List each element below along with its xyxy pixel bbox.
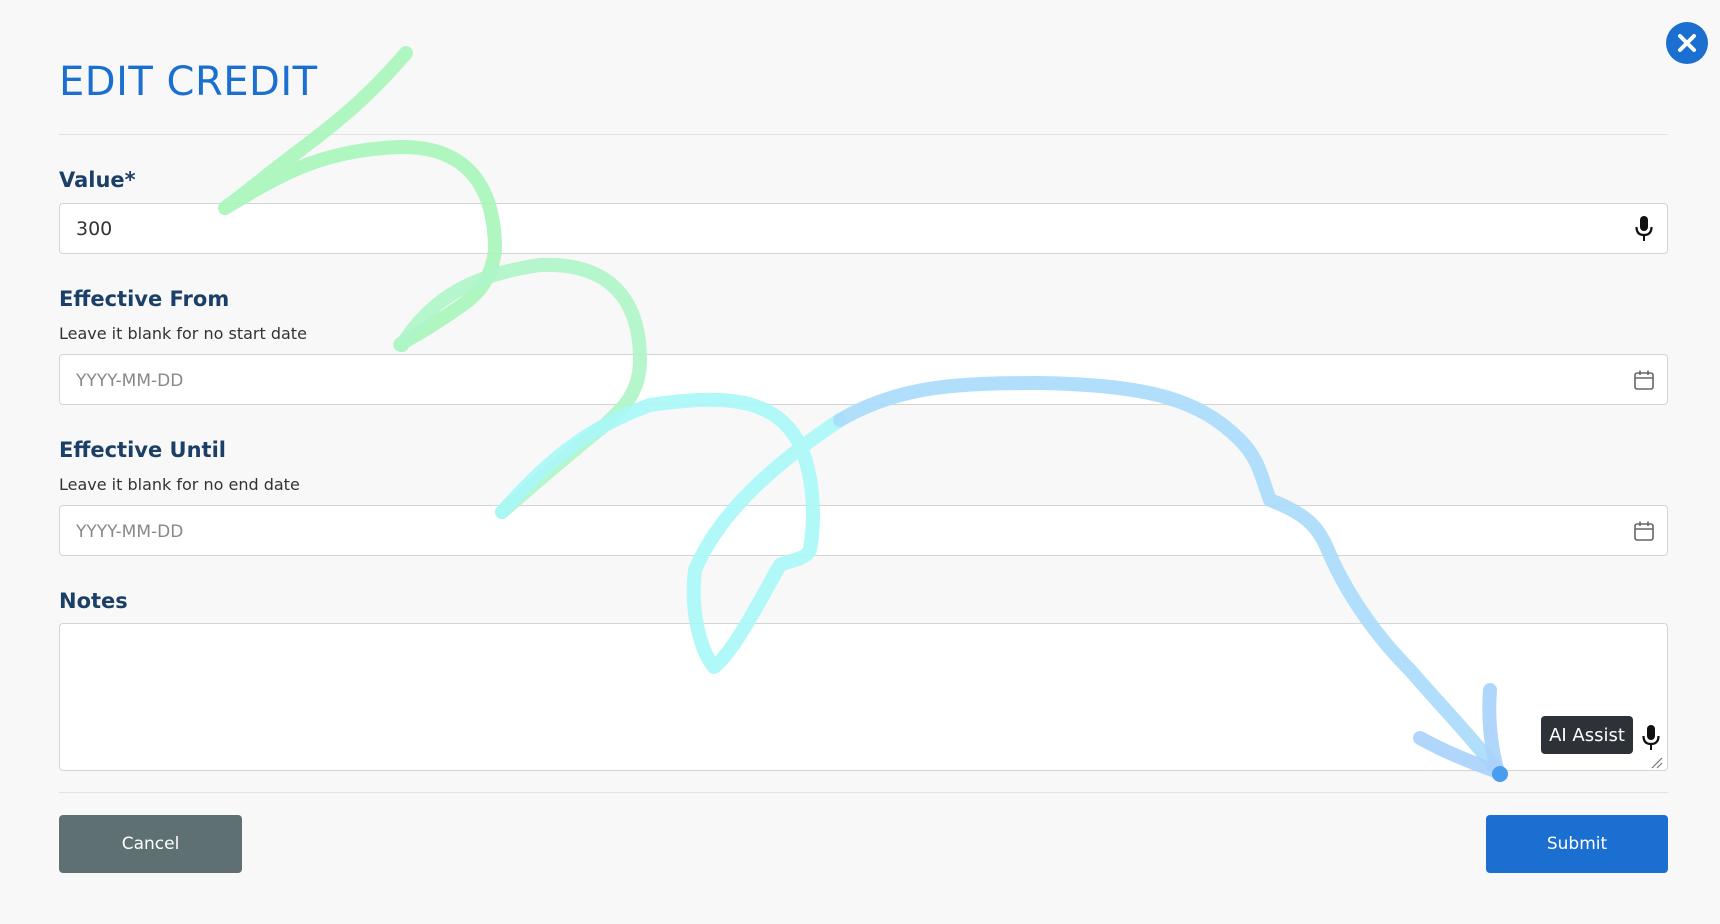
value-label: Value* [59, 168, 136, 192]
effective-from-calendar-button[interactable] [1631, 367, 1657, 393]
microphone-icon [1642, 725, 1660, 750]
ai-assist-button[interactable]: AI Assist [1541, 716, 1633, 754]
resize-grip-icon[interactable] [1651, 757, 1663, 769]
microphone-icon [1635, 216, 1653, 241]
cancel-button[interactable]: Cancel [59, 815, 242, 873]
effective-until-container [59, 505, 1668, 556]
modal-title: EDIT CREDIT [59, 59, 318, 105]
effective-until-hint: Leave it blank for no end date [59, 475, 300, 494]
notes-mic-button[interactable] [1639, 724, 1663, 752]
effective-until-input[interactable] [60, 506, 1616, 555]
submit-button[interactable]: Submit [1486, 815, 1668, 873]
calendar-icon [1634, 370, 1654, 390]
value-mic-button[interactable] [1631, 216, 1657, 242]
effective-until-calendar-button[interactable] [1631, 518, 1657, 544]
effective-from-input[interactable] [60, 355, 1616, 404]
notes-textarea[interactable] [60, 624, 1667, 770]
notes-label: Notes [59, 589, 128, 613]
footer-divider [59, 792, 1668, 793]
effective-from-hint: Leave it blank for no start date [59, 324, 307, 343]
close-button[interactable] [1666, 22, 1708, 64]
effective-from-label: Effective From [59, 287, 230, 311]
edit-credit-modal: EDIT CREDIT Value* Effective From Leave … [0, 0, 1720, 924]
close-icon [1678, 34, 1696, 52]
title-divider [59, 134, 1668, 135]
effective-from-container [59, 354, 1668, 405]
calendar-icon [1634, 521, 1654, 541]
notes-container [59, 623, 1668, 771]
value-input[interactable] [60, 204, 1616, 253]
effective-until-label: Effective Until [59, 438, 226, 462]
value-field-container [59, 203, 1668, 254]
